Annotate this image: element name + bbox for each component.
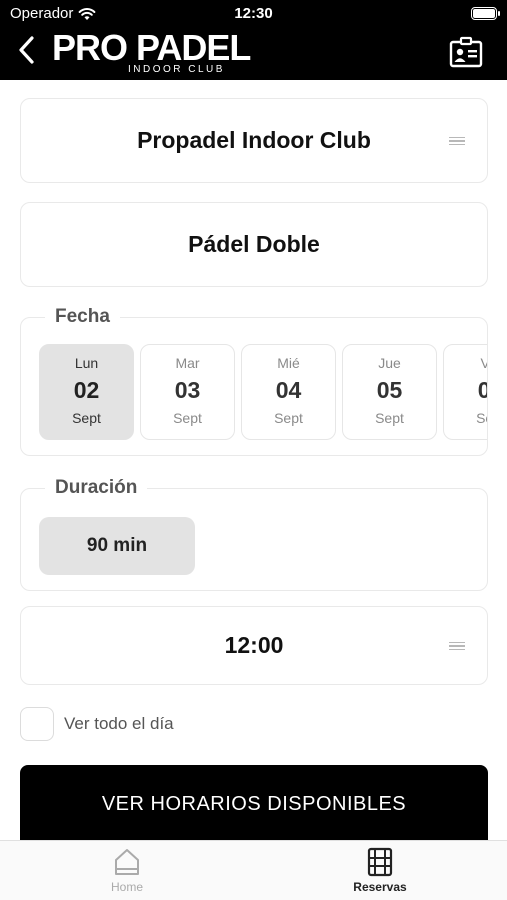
club-select-value: Propadel Indoor Club [137,127,371,153]
all-day-checkbox[interactable] [20,707,54,741]
date-item[interactable]: Mié 04 Sept [241,344,336,440]
status-bar: Operador 12:30 [0,0,507,28]
all-day-label: Ver todo el día [64,714,174,733]
sport-select-value: Pádel Doble [188,231,320,257]
date-month: Sept [274,410,303,426]
menu-handle-icon [449,641,465,651]
date-number: 06 [477,377,487,403]
date-item[interactable]: Mar 03 Sept [140,344,235,440]
tab-reservas-label: Reservas [353,880,407,894]
date-month: Sept [375,410,404,426]
time-select[interactable]: 12:00 [20,606,488,685]
app-header: Operador 12:30 PRO PADEL INDOOR CLUB [0,0,507,80]
date-item[interactable]: Jue 05 Sept [342,344,437,440]
logo-sub-text: INDOOR CLUB [128,64,225,75]
date-section-title: Fecha [45,306,120,328]
time-select-value: 12:00 [224,632,284,658]
date-day: Mié [277,355,300,371]
duration-option-label: 90 min [86,535,148,556]
tab-home[interactable]: Home [67,847,187,900]
date-day: Lun [74,355,99,371]
date-item[interactable]: Lun 02 Sept [39,344,134,440]
date-month: Sept [72,410,101,426]
tab-reservas[interactable]: Reservas [320,847,440,900]
all-day-option[interactable]: Ver todo el día [20,706,174,742]
propadel-logo: PRO PADEL INDOOR CLUB [52,28,251,78]
status-time: 12:30 [234,5,273,22]
date-section: Fecha Lun 02 Sept Mar 03 Sept Mié 04 Sep… [20,306,488,456]
date-month: Sept [476,410,487,426]
date-number: 03 [174,377,201,403]
calendar-icon [367,847,393,877]
duration-section-title: Duración [45,477,148,499]
duration-option[interactable]: 90 min [39,517,195,575]
date-day: Mar [175,355,200,371]
back-button[interactable] [18,30,48,70]
logo-main-text: PRO PADEL [52,27,251,68]
id-card-button[interactable] [449,36,483,68]
date-number: 05 [376,377,403,403]
date-carousel[interactable]: Lun 02 Sept Mar 03 Sept Mié 04 Sept Jue … [39,344,487,440]
date-number: 04 [275,377,302,403]
menu-handle-icon [449,136,465,146]
tab-bar: Home Reservas [0,840,507,900]
date-month: Sept [173,410,202,426]
home-icon [115,849,139,875]
id-card-icon [449,36,483,68]
date-item[interactable]: Vie 06 Sept [443,344,487,440]
club-select[interactable]: Propadel Indoor Club [20,98,488,183]
duration-section: Duración 90 min [20,477,488,591]
view-available-times-button[interactable]: VER HORARIOS DISPONIBLES [20,765,488,843]
sport-select[interactable]: Pádel Doble [20,202,488,287]
cta-label: VER HORARIOS DISPONIBLES [101,792,407,815]
battery-icon [471,7,500,20]
date-day: Jue [378,355,401,371]
chevron-left-icon [19,36,34,64]
tab-home-label: Home [110,880,143,894]
date-number: 02 [73,377,100,403]
date-day: Vie [480,355,488,371]
